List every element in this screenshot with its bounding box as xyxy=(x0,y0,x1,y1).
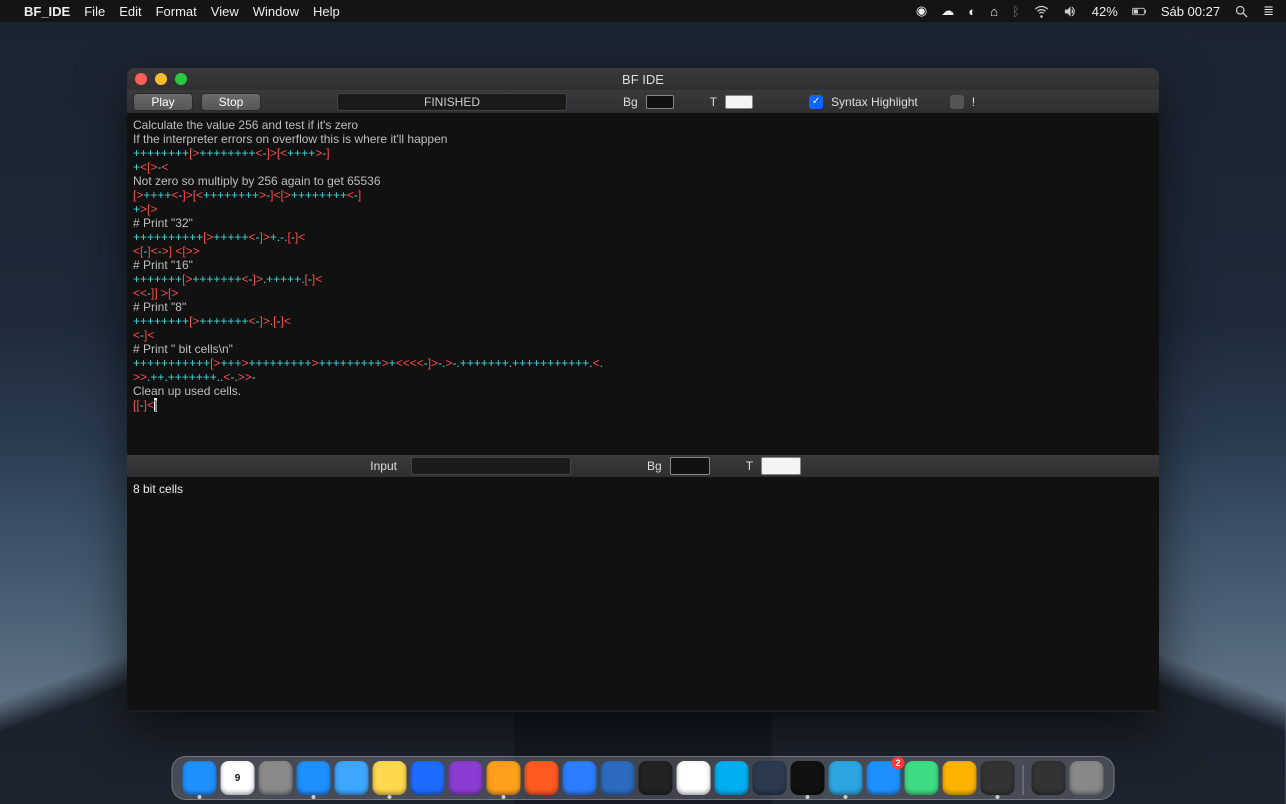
clock[interactable]: Sáb 00:27 xyxy=(1161,4,1220,19)
bluetooth-icon[interactable]: ᛒ xyxy=(1012,4,1020,19)
dock-app-quicktime[interactable] xyxy=(753,761,787,795)
dock-app-brave[interactable] xyxy=(525,761,559,795)
dock-app-trash[interactable] xyxy=(1070,761,1104,795)
output-bg-swatch[interactable] xyxy=(670,457,710,475)
bg-label: Bg xyxy=(623,95,638,109)
dock-app-clock[interactable] xyxy=(677,761,711,795)
dock-app-firefox[interactable] xyxy=(449,761,483,795)
input-field[interactable] xyxy=(411,457,571,475)
menu-window[interactable]: Window xyxy=(253,4,299,19)
dock-app-doc[interactable] xyxy=(1032,761,1066,795)
play-button[interactable]: Play xyxy=(133,93,193,111)
stop-button[interactable]: Stop xyxy=(201,93,261,111)
menu-view[interactable]: View xyxy=(211,4,239,19)
t-label: T xyxy=(710,95,717,109)
dock-separator xyxy=(1023,765,1024,795)
menu-help[interactable]: Help xyxy=(313,4,340,19)
bang-label: ! xyxy=(972,95,975,109)
dock-app-mail[interactable] xyxy=(335,761,369,795)
status-icon-2[interactable]: ☁︎ xyxy=(941,3,954,19)
bang-check[interactable] xyxy=(950,95,964,109)
menu-edit[interactable]: Edit xyxy=(119,4,141,19)
output-text-swatch[interactable] xyxy=(761,457,801,475)
status-icon-1[interactable]: ◉ xyxy=(916,3,927,19)
run-status: FINISHED xyxy=(337,93,567,111)
dock-app-sketch[interactable] xyxy=(943,761,977,795)
menu-extra-icon[interactable]: ≣ xyxy=(1263,3,1274,19)
dock-app-sublime[interactable] xyxy=(487,761,521,795)
status-icon-dnd[interactable]: ◐ xyxy=(968,4,976,19)
menu-format[interactable]: Format xyxy=(156,4,197,19)
io-toolbar: Input Bg T xyxy=(127,454,1159,478)
battery-icon[interactable] xyxy=(1132,4,1147,19)
output-text: 8 bit cells xyxy=(133,482,183,496)
status-icon-home[interactable]: ⌂ xyxy=(990,4,998,19)
dock-app-calendar[interactable]: 9 xyxy=(221,761,255,795)
app-window: BF IDE Play Stop FINISHED Bg T ✓ Syntax … xyxy=(127,68,1159,712)
code-editor[interactable]: Calculate the value 256 and test if it's… xyxy=(127,114,1159,454)
dock-app-terminal[interactable] xyxy=(791,761,825,795)
spotlight-icon[interactable] xyxy=(1234,4,1249,19)
dock-app-xcode[interactable] xyxy=(563,761,597,795)
syntax-highlight-label: Syntax Highlight xyxy=(831,95,918,109)
dock: 92 xyxy=(172,756,1115,800)
dock-badge-appstore: 2 xyxy=(891,757,904,769)
dock-app-appstore[interactable]: 2 xyxy=(867,761,901,795)
dock-app-vscode[interactable] xyxy=(601,761,635,795)
dock-app-android-studio[interactable] xyxy=(905,761,939,795)
menu-file[interactable]: File xyxy=(84,4,105,19)
output-bg-label: Bg xyxy=(647,459,662,473)
window-title: BF IDE xyxy=(127,72,1159,87)
titlebar[interactable]: BF IDE xyxy=(127,68,1159,90)
dock-app-notes[interactable] xyxy=(373,761,407,795)
app-name[interactable]: BF_IDE xyxy=(24,4,70,19)
dock-app-bfide[interactable] xyxy=(981,761,1015,795)
battery-pct: 42% xyxy=(1092,4,1118,19)
dock-app-keynote[interactable] xyxy=(411,761,445,795)
toolbar: Play Stop FINISHED Bg T ✓ Syntax Highlig… xyxy=(127,90,1159,114)
dock-app-activity[interactable] xyxy=(639,761,673,795)
syntax-highlight-check[interactable]: ✓ xyxy=(809,95,823,109)
output-pane[interactable]: 8 bit cells xyxy=(127,478,1159,710)
menubar: BF_IDE File Edit Format View Window Help… xyxy=(0,0,1286,22)
editor-bg-swatch[interactable] xyxy=(646,95,674,109)
dock-app-finder[interactable] xyxy=(183,761,217,795)
dock-app-skype[interactable] xyxy=(715,761,749,795)
dock-app-safari[interactable] xyxy=(297,761,331,795)
input-label: Input xyxy=(133,459,403,473)
dock-app-launchpad[interactable] xyxy=(259,761,293,795)
editor-text-swatch[interactable] xyxy=(725,95,753,109)
volume-icon[interactable] xyxy=(1063,4,1078,19)
wifi-icon[interactable] xyxy=(1034,4,1049,19)
dock-app-telegram[interactable] xyxy=(829,761,863,795)
output-t-label: T xyxy=(746,459,753,473)
